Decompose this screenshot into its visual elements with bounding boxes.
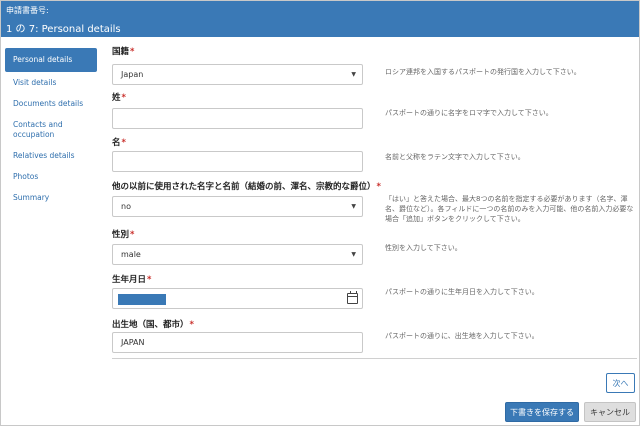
chevron-down-icon: ▼ [351, 71, 356, 78]
next-button[interactable]: 次へ [606, 373, 635, 393]
application-number-label: 申請書番号: [6, 6, 49, 15]
sidebar-item-personal-details[interactable]: Personal details [5, 48, 97, 72]
sidebar-nav: Personal details Visit details Documents… [5, 48, 97, 209]
birth-date-selection [118, 294, 166, 305]
chevron-down-icon: ▼ [351, 203, 356, 210]
nationality-help: ロシア連邦を入国するパスポートの発行国を入力して下さい。 [385, 68, 581, 76]
surname-help: パスポートの通りに名字をロマ字で入力して下さい。 [385, 109, 553, 117]
required-mark: * [376, 182, 381, 192]
other-names-value: no [121, 202, 131, 211]
other-names-select[interactable]: no ▼ [112, 196, 363, 217]
required-mark: * [121, 138, 126, 148]
required-mark: * [121, 93, 126, 103]
sidebar-item-contacts-occupation[interactable]: Contacts and occupation [5, 115, 85, 145]
required-mark: * [189, 320, 194, 330]
sidebar-item-photos[interactable]: Photos [5, 167, 97, 187]
birth-place-input[interactable]: JAPAN [112, 332, 363, 353]
gender-select[interactable]: male ▼ [112, 244, 363, 265]
gender-label: 性別* [112, 230, 135, 240]
birth-date-label: 生年月日* [112, 275, 152, 285]
sidebar-item-documents-details[interactable]: Documents details [5, 94, 97, 114]
nationality-value: Japan [121, 70, 144, 79]
given-name-help: 名前と父称をラテン文字で入力して下さい。 [385, 153, 525, 161]
birth-place-label: 出生地（国、都市）* [112, 320, 194, 330]
sidebar-item-summary[interactable]: Summary [5, 188, 97, 208]
calendar-icon[interactable] [347, 291, 358, 304]
given-name-input[interactable] [112, 151, 363, 172]
surname-input[interactable] [112, 108, 363, 129]
surname-label: 姓* [112, 93, 126, 103]
other-names-label: 他の以前に使用された名字と名前（結婚の前、渾名、宗教的な爵位）* [112, 182, 381, 192]
birth-date-help: パスポートの通りに生年月日を入力して下さい。 [385, 288, 539, 296]
sidebar-item-visit-details[interactable]: Visit details [5, 73, 97, 93]
save-draft-button[interactable]: 下書きを保存する [505, 402, 579, 422]
gender-value: male [121, 250, 141, 259]
required-mark: * [147, 275, 152, 285]
required-mark: * [130, 230, 135, 240]
chevron-down-icon: ▼ [351, 251, 356, 258]
gender-help: 性別を入力して下さい。 [385, 244, 462, 252]
birth-place-help: パスポートの通りに、出生地を入力して下さい。 [385, 332, 539, 340]
other-names-help: 「はい」と答えた場合、最大8つの名前を指定する必要があります（名字、渾名、爵位な… [385, 195, 634, 223]
step-title: 1 の 7: Personal details [6, 24, 121, 35]
cancel-button[interactable]: キャンセル [584, 402, 636, 422]
form-divider [112, 358, 637, 359]
sidebar-item-relatives-details[interactable]: Relatives details [5, 146, 97, 166]
nationality-label: 国籍* [112, 47, 135, 57]
application-window: 申請書番号: 1 の 7: Personal details Personal … [0, 0, 640, 426]
required-mark: * [130, 47, 135, 57]
birth-date-input[interactable] [112, 288, 363, 309]
given-name-label: 名* [112, 138, 126, 148]
nationality-select[interactable]: Japan ▼ [112, 64, 363, 85]
form-header: 申請書番号: 1 の 7: Personal details [1, 1, 639, 37]
